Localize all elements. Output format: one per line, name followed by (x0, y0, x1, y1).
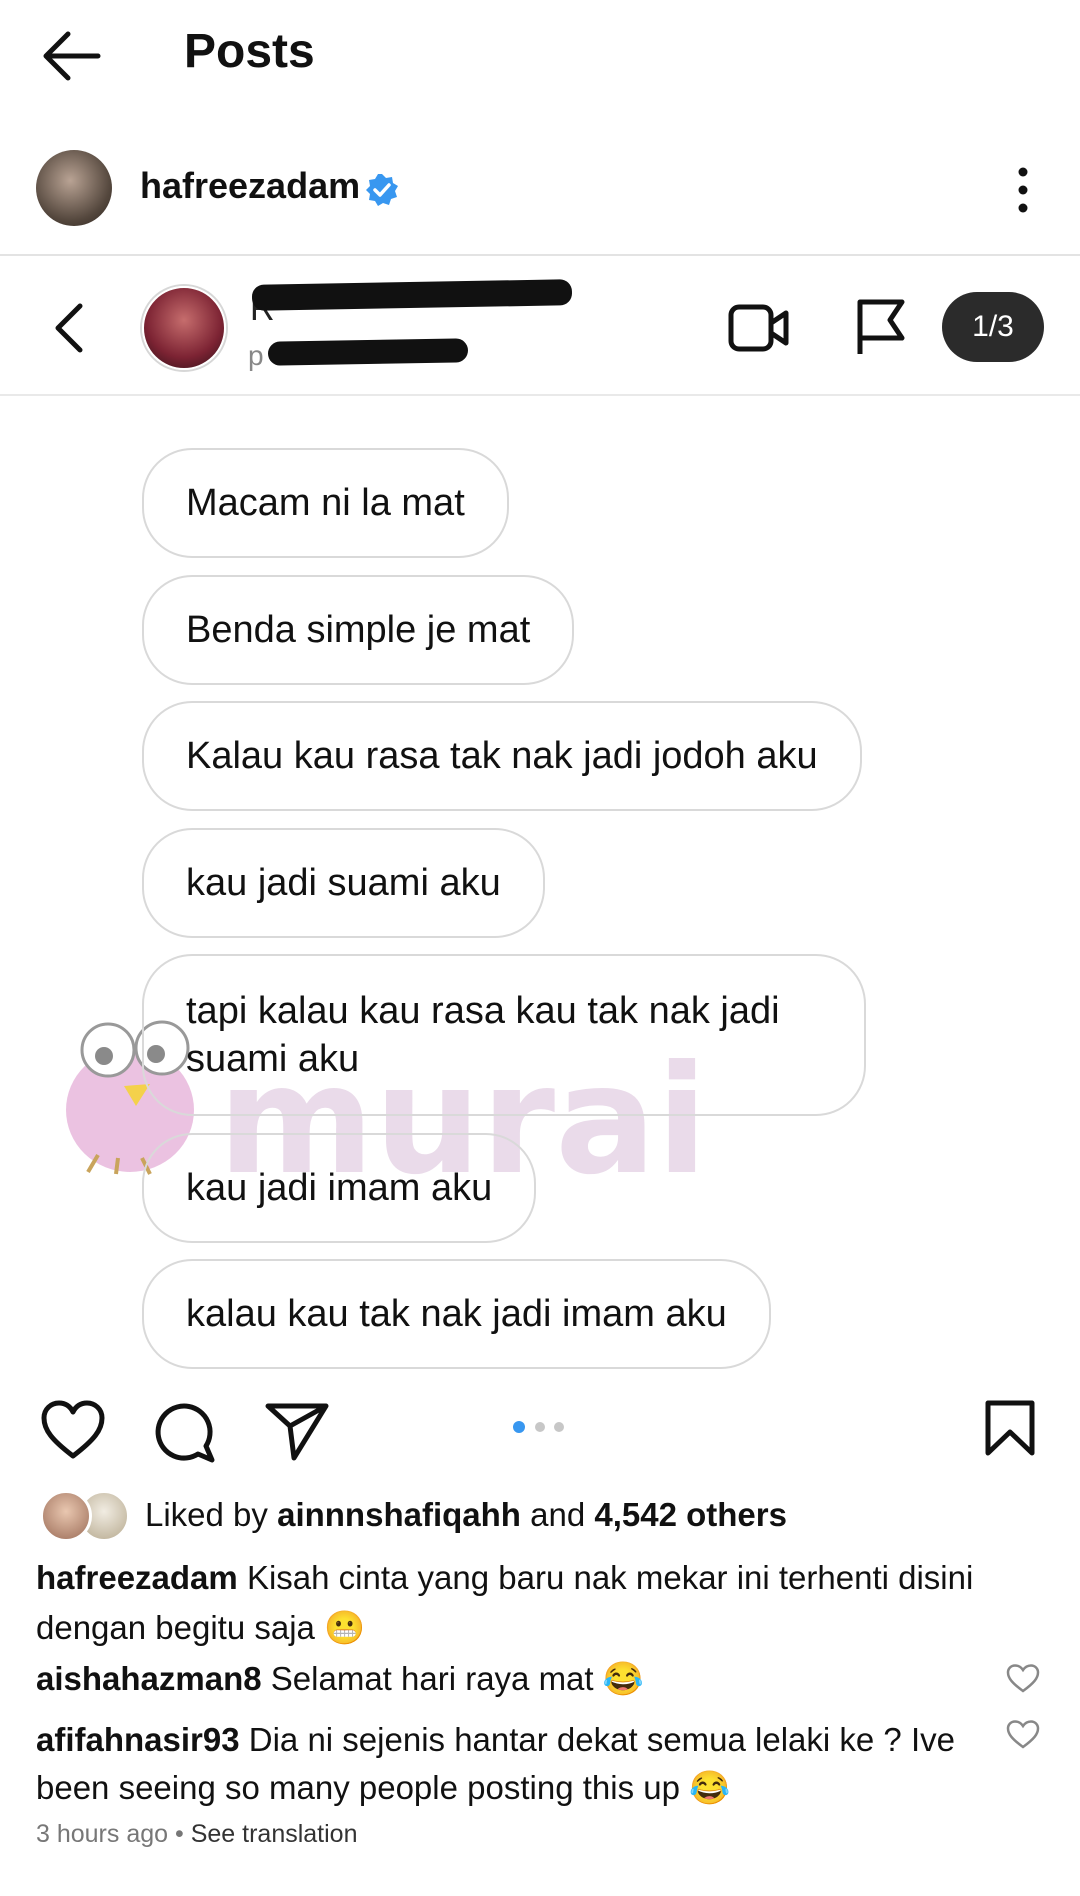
liked-by-text[interactable]: Liked by ainnnshafiqahh and 4,542 others (145, 1496, 787, 1534)
post-caption: hafreezadam Kisah cinta yang baru nak me… (36, 1553, 1046, 1653)
message-bubble: kau jadi suami aku (142, 828, 545, 938)
comment-like-heart-icon[interactable] (1006, 1720, 1040, 1750)
comment-item: aishahazman8 Selamat hari raya mat 😂 (36, 1655, 996, 1703)
message-bubble: kalau kau tak nak jadi imam aku (142, 1259, 771, 1369)
flag-icon (857, 299, 905, 354)
save-bookmark-icon[interactable] (984, 1400, 1036, 1456)
comment-username[interactable]: afifahnasir93 (36, 1721, 240, 1758)
message-bubble: Kalau kau rasa tak nak jadi jodoh aku (142, 701, 862, 811)
comment-text: Selamat hari raya mat 😂 (270, 1660, 644, 1697)
liked-by-username[interactable]: ainnnshafiqahh (277, 1496, 521, 1533)
divider (0, 254, 1080, 256)
meta-separator: • (175, 1820, 184, 1848)
message-bubble: Macam ni la mat (142, 448, 509, 558)
more-options-icon[interactable] (1010, 166, 1036, 214)
post-timestamp: 3 hours ago (36, 1820, 169, 1848)
image-pager-badge: 1/3 (942, 292, 1044, 362)
redacted-handle-letter: p (248, 340, 264, 371)
message-bubble: kau jadi imam aku (142, 1133, 537, 1243)
likes-count[interactable]: 4,542 others (594, 1496, 787, 1533)
liker-avatar (40, 1490, 92, 1542)
redaction-scribble (267, 338, 469, 366)
comment-username[interactable]: aishahazman8 (36, 1660, 262, 1697)
comment-like-heart-icon[interactable] (1006, 1664, 1040, 1694)
comment-item: afifahnasir93 Dia ni sejenis hantar deka… (36, 1716, 996, 1812)
liked-by-prefix: Liked by (145, 1496, 268, 1533)
author-avatar[interactable] (36, 150, 112, 226)
video-call-icon (728, 304, 789, 352)
verified-badge-icon (366, 174, 398, 206)
carousel-indicator-dots (513, 1421, 564, 1433)
share-send-icon[interactable] (264, 1400, 330, 1462)
caption-username[interactable]: hafreezadam (36, 1559, 238, 1596)
comment-icon[interactable] (152, 1400, 216, 1464)
message-bubble: tapi kalau kau rasa kau tak nak jadi sua… (142, 954, 866, 1116)
page-title: Posts (184, 25, 315, 78)
see-translation-link[interactable]: See translation (191, 1820, 358, 1848)
dm-contact-avatar (142, 286, 226, 370)
back-arrow-icon[interactable] (38, 28, 102, 84)
top-bar (0, 0, 1080, 110)
like-heart-icon[interactable] (40, 1400, 106, 1460)
divider (0, 394, 1080, 396)
dm-back-chevron-icon (55, 303, 83, 353)
author-username[interactable]: hafreezadam (140, 165, 360, 207)
message-bubble: Benda simple je mat (142, 575, 575, 685)
post-meta: 3 hours ago • See translation (36, 1820, 358, 1849)
liked-by-and: and (530, 1496, 586, 1533)
